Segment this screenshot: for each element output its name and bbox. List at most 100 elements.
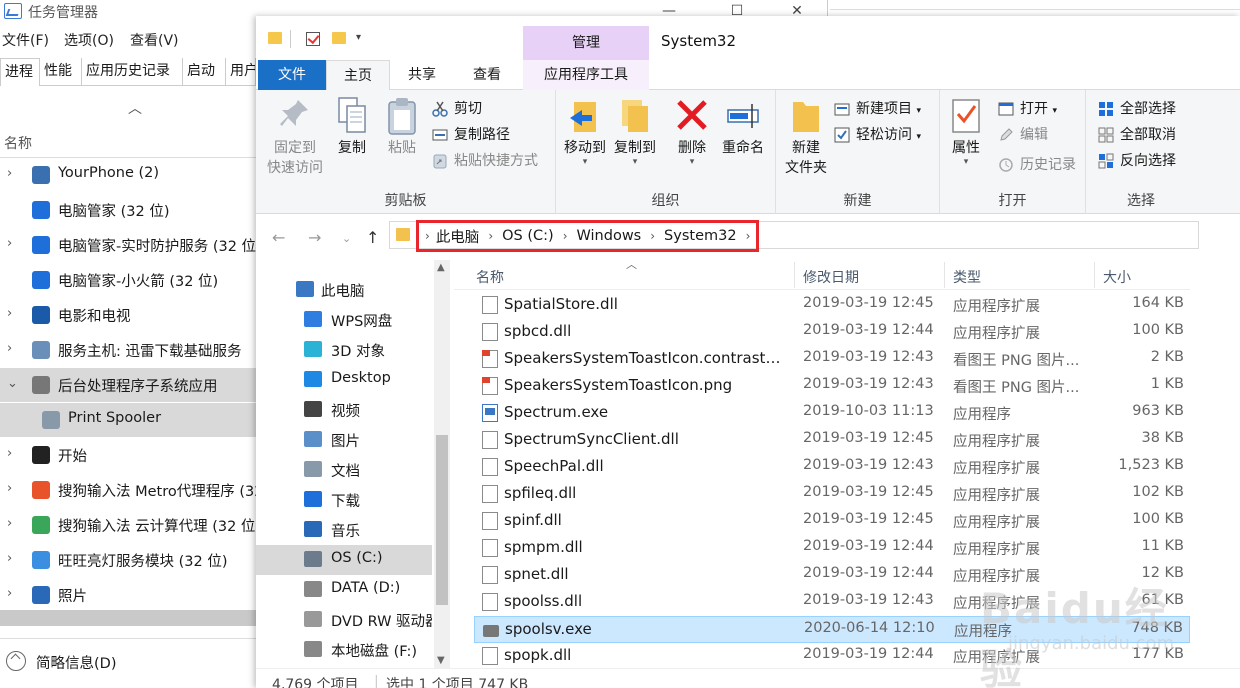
tab-users[interactable]: 用户 [226, 58, 256, 86]
file-row[interactable]: spfileq.dll 2019-03-19 12:45 应用程序扩展 102 KB [474, 481, 1190, 508]
scrollbar-thumb[interactable] [436, 435, 448, 605]
expand-chevron-icon[interactable]: › [7, 446, 12, 461]
process-row[interactable]: › 开始 [0, 438, 256, 472]
column-name[interactable]: 名称 [476, 267, 504, 287]
crumb-chevron-icon[interactable]: › [746, 229, 751, 243]
process-row[interactable]: ⌄ 后台处理程序子系统应用 [0, 368, 256, 402]
up-arrow-icon[interactable]: ↑ [366, 228, 379, 247]
rename-button[interactable]: 重命名 [716, 96, 770, 158]
expand-chevron-icon[interactable]: › [7, 481, 12, 496]
expand-chevron-icon[interactable]: › [7, 341, 12, 356]
copy-to-button[interactable]: 复制到 ▾ [610, 96, 660, 167]
nav-item[interactable]: 文档 [256, 455, 432, 485]
file-row[interactable]: spmpm.dll 2019-03-19 12:44 应用程序扩展 11 KB [474, 535, 1190, 562]
file-row[interactable]: spnet.dll 2019-03-19 12:44 应用程序扩展 12 KB [474, 562, 1190, 589]
history-button[interactable]: 历史记录 [996, 154, 1076, 176]
crumb-chevron-icon[interactable]: › [425, 229, 430, 243]
nav-item[interactable]: DATA (D:) [256, 575, 432, 605]
easy-access-button[interactable]: 轻松访问 ▾ [832, 124, 921, 146]
file-row[interactable]: spoolss.dll 2019-03-19 12:43 应用程序扩展 61 KB [474, 589, 1190, 616]
tab-file[interactable]: 文件 [258, 60, 326, 90]
properties-check-icon[interactable] [306, 32, 320, 46]
file-row[interactable]: SpeakersSystemToastIcon.png 2019-03-19 12… [474, 373, 1190, 400]
expand-chevron-icon[interactable]: › [7, 166, 12, 181]
qat-dropdown-icon[interactable]: ▾ [356, 32, 361, 43]
column-size[interactable]: 大小 [1103, 267, 1131, 287]
crumb-chevron-icon[interactable]: › [488, 229, 493, 243]
pin-to-quick-access-button[interactable]: 固定到 快速访问 [264, 96, 326, 178]
copy-path-button[interactable]: 复制路径 [430, 124, 510, 146]
process-row[interactable]: › 旺旺亮灯服务模块 (32 位) [0, 543, 256, 577]
crumb-chevron-icon[interactable]: › [563, 229, 568, 243]
fewer-details-link[interactable]: 简略信息(D) [36, 652, 116, 673]
forward-arrow-icon[interactable]: → [308, 228, 321, 247]
invert-selection-button[interactable]: 反向选择 [1096, 150, 1176, 172]
column-divider[interactable] [794, 262, 795, 288]
column-type[interactable]: 类型 [953, 267, 981, 287]
horizontal-scrollbar[interactable] [0, 610, 256, 626]
nav-item[interactable]: 此电脑 [256, 275, 432, 305]
crumb-this-pc[interactable]: 此电脑 [436, 226, 480, 247]
select-all-button[interactable]: 全部选择 [1096, 98, 1176, 120]
process-row[interactable]: 电脑管家-小火箭 (32 位) [0, 263, 256, 297]
tab-performance[interactable]: 性能 [40, 58, 82, 86]
contextual-tab-manage[interactable]: 管理 [523, 26, 649, 60]
process-row[interactable]: › 搜狗输入法 云计算代理 (32 位) [0, 508, 256, 542]
tab-app-history[interactable]: 应用历史记录 [82, 58, 183, 86]
process-row[interactable]: › 照片 [0, 578, 256, 612]
crumb-system32[interactable]: System32 [664, 228, 737, 244]
nav-item[interactable]: Desktop [256, 365, 432, 395]
nav-item[interactable]: 3D 对象 [256, 335, 432, 365]
nav-item[interactable]: 视频 [256, 395, 432, 425]
crumb-windows[interactable]: Windows [577, 228, 642, 244]
tab-application-tools[interactable]: 应用程序工具 [523, 60, 649, 90]
column-divider[interactable] [944, 262, 945, 288]
collapse-chevron-icon[interactable]: ︿ [128, 98, 142, 118]
copy-button[interactable]: 复制 [332, 96, 372, 158]
nav-item[interactable]: 下载 [256, 485, 432, 515]
menu-view[interactable]: 查看(V) [130, 30, 179, 50]
scroll-up-icon[interactable]: ▲ [437, 262, 445, 273]
file-row[interactable]: spinf.dll 2019-03-19 12:45 应用程序扩展 100 KB [474, 508, 1190, 535]
cut-button[interactable]: 剪切 [430, 98, 482, 120]
file-row[interactable]: SpeakersSystemToastIcon.contrast-... 2019… [474, 346, 1190, 373]
process-row[interactable]: › YourPhone (2) [0, 158, 256, 192]
expand-chevron-icon[interactable]: › [7, 551, 12, 566]
properties-button[interactable]: 属性 ▾ [946, 96, 986, 167]
process-row[interactable]: › 电脑管家-实时防护服务 (32 位) [0, 228, 256, 262]
tab-processes[interactable]: 进程 [0, 58, 40, 86]
new-folder-button[interactable]: 新建 文件夹 [782, 96, 830, 178]
process-row[interactable]: › 服务主机: 迅雷下载基础服务 [0, 333, 256, 367]
new-item-button[interactable]: 新建项目 ▾ [832, 98, 921, 120]
nav-item[interactable]: OS (C:) [256, 545, 432, 575]
move-to-button[interactable]: 移动到 ▾ [560, 96, 610, 167]
expand-chevron-icon[interactable]: › [7, 516, 12, 531]
file-row[interactable]: spbcd.dll 2019-03-19 12:44 应用程序扩展 100 KB [474, 319, 1190, 346]
tab-share[interactable]: 共享 [390, 60, 454, 90]
expand-chevron-icon[interactable]: › [7, 586, 12, 601]
new-folder-icon[interactable] [332, 32, 346, 44]
column-divider[interactable] [1094, 262, 1095, 288]
paste-button[interactable]: 粘贴 [382, 96, 422, 158]
file-row[interactable]: SpatialStore.dll 2019-03-19 12:45 应用程序扩展 16… [474, 292, 1190, 319]
menu-file[interactable]: 文件(F) [2, 30, 49, 50]
nav-item[interactable]: DVD RW 驱动器 [256, 605, 432, 635]
nav-item[interactable]: 音乐 [256, 515, 432, 545]
file-row[interactable]: spopk.dll 2019-03-19 12:44 应用程序扩展 177 KB [474, 643, 1190, 670]
select-none-button[interactable]: 全部取消 [1096, 124, 1176, 146]
crumb-chevron-icon[interactable]: › [650, 229, 655, 243]
chevron-up-circle-icon[interactable] [6, 651, 26, 671]
scroll-down-icon[interactable]: ▼ [437, 655, 445, 666]
file-row[interactable]: SpeechPal.dll 2019-03-19 12:43 应用程序扩展 1,523… [474, 454, 1190, 481]
file-row[interactable]: SpectrumSyncClient.dll 2019-03-19 12:45 应用… [474, 427, 1190, 454]
tab-startup[interactable]: 启动 [183, 58, 226, 86]
delete-button[interactable]: 删除 ▾ [670, 96, 714, 167]
tab-home[interactable]: 主页 [326, 60, 390, 91]
nav-item[interactable]: WPS网盘 [256, 305, 432, 335]
process-row[interactable]: › 电影和电视 [0, 298, 256, 332]
tab-view[interactable]: 查看 [454, 60, 520, 90]
file-row[interactable]: spoolsv.exe 2020-06-14 12:10 应用程序 748 KB [474, 616, 1190, 643]
crumb-os-c[interactable]: OS (C:) [502, 228, 554, 244]
menu-options[interactable]: 选项(O) [64, 30, 114, 50]
folder-icon[interactable] [268, 32, 282, 44]
